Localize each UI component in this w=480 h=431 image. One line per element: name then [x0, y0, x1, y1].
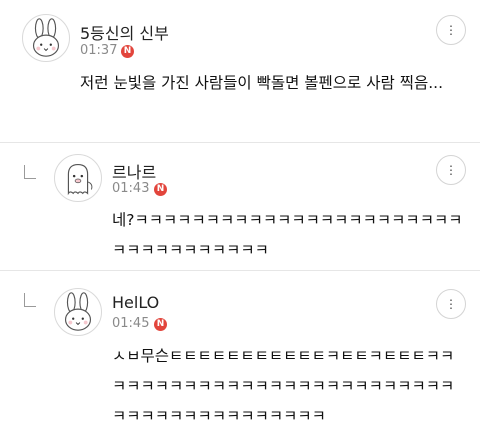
reply-arrow-icon — [24, 293, 36, 307]
comment-text: 저런 눈빛을 가진 사람들이 빡돌면 볼펜으로 사람 찍음... — [80, 74, 443, 92]
more-options-icon: ⋮ — [445, 23, 457, 37]
ghost-avatar-icon[interactable] — [54, 154, 102, 202]
comment-item: 5등신의 신부 01:37 N ⋮ 저런 눈빛을 가진 사람들이 빡돌면 볼펜으… — [0, 0, 480, 142]
more-options-icon: ⋮ — [445, 297, 457, 311]
comment-text: 네?ㅋㅋㅋㅋㅋㅋㅋㅋㅋㅋㅋㅋㅋㅋㅋㅋㅋㅋㅋㅋㅋㅋㅋㅋㅋㅋㅋㅋㅋㅋㅋㅋㅋㅋ — [112, 211, 463, 259]
comment-time: 01:45 — [112, 316, 150, 331]
comment-time: 01:43 — [112, 181, 150, 196]
new-badge: N — [154, 183, 167, 196]
new-badge: N — [121, 45, 134, 58]
reply-comment-item: 르나르 01:43 N ⋮ 네?ㅋㅋㅋㅋㅋㅋㅋㅋㅋㅋㅋㅋㅋㅋㅋㅋㅋㅋㅋㅋㅋㅋㅋㅋ… — [0, 142, 480, 271]
bunny-avatar-icon[interactable] — [22, 14, 70, 62]
more-options-button[interactable]: ⋮ — [436, 289, 466, 319]
new-badge: N — [154, 318, 167, 331]
more-options-button[interactable]: ⋮ — [436, 15, 466, 45]
comment-author[interactable]: 르나르 — [112, 159, 156, 183]
reply-comment-item: HelLO 01:45 N ⋮ ㅅㅂ무슨ㅌㅌㅌㅌㅌㅌㅌㅌㅌㅌㅌㅋㅌㅌㅋㅌㅌㅌㅋㅋ… — [0, 270, 480, 425]
comment-time: 01:37 — [80, 43, 118, 58]
reply-arrow-icon — [24, 165, 36, 179]
comment-author[interactable]: HelLO — [112, 293, 159, 312]
more-options-icon: ⋮ — [445, 163, 457, 177]
comment-author[interactable]: 5등신의 신부 — [80, 20, 169, 44]
more-options-button[interactable]: ⋮ — [436, 155, 466, 185]
bunny-avatar-icon[interactable] — [54, 288, 102, 336]
comment-text: ㅅㅂ무슨ㅌㅌㅌㅌㅌㅌㅌㅌㅌㅌㅌㅋㅌㅌㅋㅌㅌㅌㅋㅋㅋㅋㅋㅋㅋㅋㅋㅋㅋㅋㅋㅋㅋㅋㅋㅋ… — [112, 347, 455, 425]
